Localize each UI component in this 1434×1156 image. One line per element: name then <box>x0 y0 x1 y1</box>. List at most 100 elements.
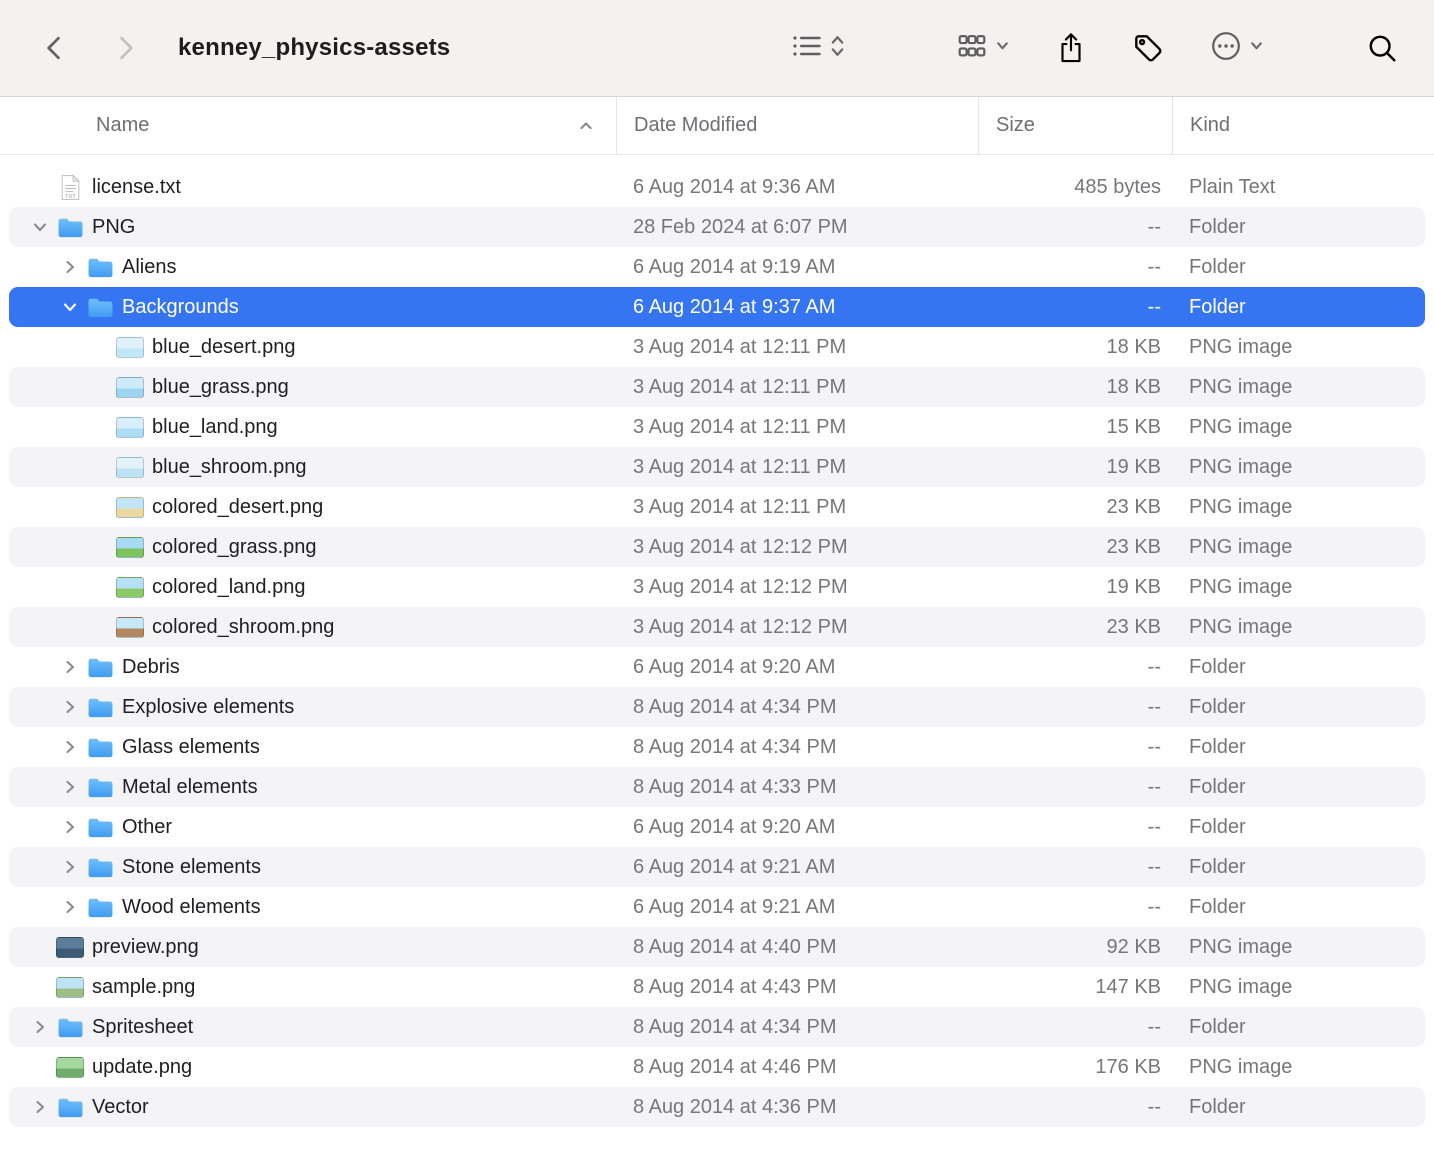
column-label: Kind <box>1190 114 1230 137</box>
group-view-control[interactable] <box>956 30 1010 67</box>
table-row[interactable]: preview.png 8 Aug 2014 at 4:40 PM 92 KB … <box>9 927 1425 967</box>
table-row[interactable]: Vector 8 Aug 2014 at 4:36 PM -- Folder <box>9 1087 1425 1127</box>
file-size: -- <box>978 1007 1172 1047</box>
file-icon <box>85 256 115 278</box>
table-row[interactable]: Metal elements 8 Aug 2014 at 4:33 PM -- … <box>9 767 1425 807</box>
ellipsis-circle-icon <box>1210 30 1242 67</box>
disclosure-chevron-icon[interactable] <box>25 219 55 235</box>
share-button[interactable] <box>1056 31 1086 65</box>
file-kind: PNG image <box>1172 1047 1425 1087</box>
table-row[interactable]: Backgrounds 6 Aug 2014 at 9:37 AM -- Fol… <box>9 287 1425 327</box>
table-row[interactable]: Wood elements 6 Aug 2014 at 9:21 AM -- F… <box>9 887 1425 927</box>
file-name: preview.png <box>92 936 199 959</box>
table-row[interactable]: Explosive elements 8 Aug 2014 at 4:34 PM… <box>9 687 1425 727</box>
file-kind: Folder <box>1172 727 1425 767</box>
column-header-name[interactable]: Name <box>0 97 616 154</box>
table-row[interactable]: blue_desert.png 3 Aug 2014 at 12:11 PM 1… <box>9 327 1425 367</box>
column-header-date-modified[interactable]: Date Modified <box>616 97 978 154</box>
disclosure-chevron-icon[interactable] <box>25 1019 55 1035</box>
table-row[interactable]: Other 6 Aug 2014 at 9:20 AM -- Folder <box>9 807 1425 847</box>
column-label: Name <box>96 114 149 137</box>
date-modified: 6 Aug 2014 at 9:20 AM <box>616 807 978 847</box>
date-modified: 8 Aug 2014 at 4:46 PM <box>616 1047 978 1087</box>
name-cell: Backgrounds <box>9 287 616 327</box>
disclosure-chevron-icon[interactable] <box>55 779 85 795</box>
file-name: blue_land.png <box>152 416 278 439</box>
name-cell: Vector <box>9 1087 616 1127</box>
table-row[interactable]: colored_land.png 3 Aug 2014 at 12:12 PM … <box>9 567 1425 607</box>
disclosure-chevron-icon[interactable] <box>55 739 85 755</box>
file-kind: PNG image <box>1172 367 1425 407</box>
disclosure-chevron-icon[interactable] <box>55 819 85 835</box>
column-header-kind[interactable]: Kind <box>1172 97 1434 154</box>
table-row[interactable]: blue_land.png 3 Aug 2014 at 12:11 PM 15 … <box>9 407 1425 447</box>
table-row[interactable]: colored_desert.png 3 Aug 2014 at 12:11 P… <box>9 487 1425 527</box>
list-view-control[interactable] <box>790 30 846 67</box>
date-modified: 8 Aug 2014 at 4:36 PM <box>616 1087 978 1127</box>
file-kind: PNG image <box>1172 607 1425 647</box>
svg-text:TXT: TXT <box>65 193 76 199</box>
date-modified: 6 Aug 2014 at 9:36 AM <box>616 167 978 207</box>
file-name: license.txt <box>92 176 181 199</box>
file-kind: Folder <box>1172 887 1425 927</box>
forward-button[interactable] <box>110 33 140 63</box>
file-kind: Folder <box>1172 767 1425 807</box>
date-modified: 3 Aug 2014 at 12:11 PM <box>616 367 978 407</box>
file-kind: PNG image <box>1172 567 1425 607</box>
name-cell: preview.png <box>9 927 616 967</box>
chevron-down-icon <box>995 38 1010 58</box>
name-cell: Debris <box>9 647 616 687</box>
table-row[interactable]: update.png 8 Aug 2014 at 4:46 PM 176 KB … <box>9 1047 1425 1087</box>
disclosure-chevron-icon[interactable] <box>25 1099 55 1115</box>
file-size: -- <box>978 767 1172 807</box>
more-actions-control[interactable] <box>1210 30 1264 67</box>
disclosure-chevron-icon[interactable] <box>55 259 85 275</box>
table-row[interactable]: PNG 28 Feb 2024 at 6:07 PM -- Folder <box>9 207 1425 247</box>
table-row[interactable]: colored_grass.png 3 Aug 2014 at 12:12 PM… <box>9 527 1425 567</box>
disclosure-chevron-icon[interactable] <box>55 699 85 715</box>
file-kind: Folder <box>1172 1007 1425 1047</box>
table-row[interactable]: Debris 6 Aug 2014 at 9:20 AM -- Folder <box>9 647 1425 687</box>
table-row[interactable]: Aliens 6 Aug 2014 at 9:19 AM -- Folder <box>9 247 1425 287</box>
table-row[interactable]: colored_shroom.png 3 Aug 2014 at 12:12 P… <box>9 607 1425 647</box>
file-size: -- <box>978 287 1172 327</box>
table-row[interactable]: Stone elements 6 Aug 2014 at 9:21 AM -- … <box>9 847 1425 887</box>
name-cell: Stone elements <box>9 847 616 887</box>
file-kind: PNG image <box>1172 327 1425 367</box>
disclosure-chevron-icon[interactable] <box>55 859 85 875</box>
file-kind: Folder <box>1172 247 1425 287</box>
date-modified: 3 Aug 2014 at 12:11 PM <box>616 447 978 487</box>
file-icon <box>115 417 145 438</box>
file-icon: TXT <box>55 174 85 201</box>
file-icon <box>55 1057 85 1078</box>
file-size: 18 KB <box>978 327 1172 367</box>
disclosure-chevron-icon[interactable] <box>55 899 85 915</box>
table-row[interactable]: TXT license.txt 6 Aug 2014 at 9:36 AM 48… <box>9 167 1425 207</box>
disclosure-chevron-icon[interactable] <box>55 659 85 675</box>
file-size: 92 KB <box>978 927 1172 967</box>
name-cell: blue_grass.png <box>9 367 616 407</box>
file-icon <box>85 656 115 678</box>
table-row[interactable]: blue_shroom.png 3 Aug 2014 at 12:11 PM 1… <box>9 447 1425 487</box>
file-name: Aliens <box>122 256 176 279</box>
name-cell: Other <box>9 807 616 847</box>
date-modified: 28 Feb 2024 at 6:07 PM <box>616 207 978 247</box>
table-row[interactable]: Glass elements 8 Aug 2014 at 4:34 PM -- … <box>9 727 1425 767</box>
search-button[interactable] <box>1366 32 1398 64</box>
column-header-size[interactable]: Size <box>978 97 1172 154</box>
date-modified: 3 Aug 2014 at 12:12 PM <box>616 567 978 607</box>
name-cell: colored_shroom.png <box>9 607 616 647</box>
tag-button[interactable] <box>1132 32 1164 64</box>
disclosure-chevron-icon[interactable] <box>55 299 85 315</box>
file-name: Spritesheet <box>92 1016 193 1039</box>
table-row[interactable]: Spritesheet 8 Aug 2014 at 4:34 PM -- Fol… <box>9 1007 1425 1047</box>
file-icon <box>55 937 85 958</box>
back-button[interactable] <box>40 33 70 63</box>
table-row[interactable]: sample.png 8 Aug 2014 at 4:43 PM 147 KB … <box>9 967 1425 1007</box>
name-cell: TXT license.txt <box>9 167 616 207</box>
date-modified: 6 Aug 2014 at 9:21 AM <box>616 847 978 887</box>
file-size: 23 KB <box>978 527 1172 567</box>
file-size: 147 KB <box>978 967 1172 1007</box>
table-row[interactable]: blue_grass.png 3 Aug 2014 at 12:11 PM 18… <box>9 367 1425 407</box>
file-icon <box>85 736 115 758</box>
